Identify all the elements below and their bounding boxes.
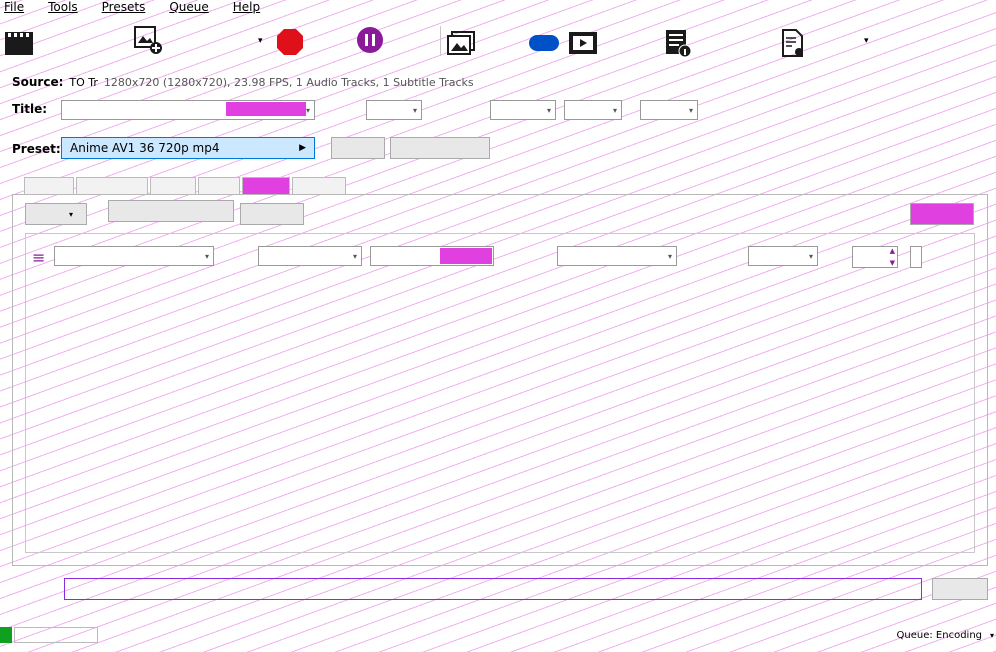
chevron-down-icon: ▾ <box>667 251 672 261</box>
angle-select[interactable]: ▾ <box>366 100 422 120</box>
toggle-button[interactable] <box>528 34 560 52</box>
title-highlight <box>226 102 306 116</box>
tab-bar <box>24 177 346 195</box>
clapperboard-icon <box>5 32 33 55</box>
add-to-queue-button[interactable] <box>132 24 164 56</box>
preset-value: Anime AV1 36 720p mp4 <box>70 141 220 155</box>
tracks-dropdown-button[interactable]: ▾ <box>25 203 87 225</box>
source-track-select[interactable]: ▾ <box>54 246 214 266</box>
preferences-button[interactable] <box>780 28 806 58</box>
chevron-down-icon: ▾ <box>352 251 357 261</box>
toolbar-separator <box>440 26 441 56</box>
video-preview-button[interactable] <box>568 30 598 56</box>
chevron-down-icon: ▾ <box>68 209 73 219</box>
reload-preset-button[interactable] <box>331 137 385 159</box>
settings-doc-icon <box>782 29 803 57</box>
menu-presets[interactable]: Presets <box>102 0 146 18</box>
pause-icon <box>357 27 383 53</box>
chevron-up-icon[interactable]: ▲ <box>890 247 895 255</box>
menu-help[interactable]: Help <box>233 0 260 18</box>
menu-tools[interactable]: Tools <box>48 0 78 18</box>
source-name: TO Tr <box>69 75 98 89</box>
preset-selector[interactable]: Anime AV1 36 720p mp4 ▶ <box>61 137 315 159</box>
title-row: Title: <box>12 102 47 116</box>
menu-queue[interactable]: Queue <box>169 0 208 18</box>
stop-button[interactable] <box>276 28 304 56</box>
menu-bar: File Tools Presets Queue Help <box>0 0 996 18</box>
tab-video[interactable] <box>198 177 240 195</box>
tab-subtitles[interactable] <box>292 177 346 195</box>
chevron-down-icon: ▾ <box>412 105 417 115</box>
chevron-down-icon[interactable]: ▾ <box>864 36 869 46</box>
toggle-icon <box>529 35 559 51</box>
image-add-icon <box>134 26 162 54</box>
status-bar: Queue: Encoding ▾ <box>0 624 996 646</box>
images-icon <box>447 31 475 55</box>
tab-audio[interactable] <box>242 177 290 195</box>
progress-indicator <box>0 627 12 643</box>
chevron-down-icon[interactable]: ▾ <box>258 36 263 46</box>
queue-status-text: Queue: Encoding <box>896 629 982 641</box>
chevron-down-icon: ▾ <box>204 251 209 261</box>
tab-filters[interactable] <box>150 177 196 195</box>
activity-log-button[interactable] <box>664 28 692 58</box>
chevron-right-icon: ▶ <box>299 143 306 153</box>
destination-path-input[interactable] <box>64 578 922 600</box>
tab-dimensions[interactable] <box>76 177 148 195</box>
chevron-down-icon[interactable]: ▾ <box>990 631 994 640</box>
stop-icon <box>277 29 303 55</box>
chevron-down-icon: ▾ <box>546 105 551 115</box>
log-info-icon <box>666 30 692 58</box>
browse-button[interactable] <box>932 578 988 600</box>
pause-button[interactable] <box>356 26 384 54</box>
gain-stepper[interactable]: ▲ ▼ <box>852 246 898 268</box>
open-source-button[interactable] <box>4 30 34 56</box>
range-type-select[interactable]: ▾ <box>490 100 556 120</box>
drag-handle-icon[interactable]: ≡ <box>32 248 45 267</box>
range-start-select[interactable]: ▾ <box>564 100 622 120</box>
toolbar: ▾ ▾ <box>0 22 996 66</box>
samplerate-select[interactable]: ▾ <box>748 246 818 266</box>
chevron-down-icon[interactable]: ▼ <box>890 259 895 267</box>
selection-behavior-button[interactable] <box>910 203 974 225</box>
source-row: Source: TO Tr 1280x720 (1280x720), 23.98… <box>12 75 474 89</box>
title-label: Title: <box>12 102 48 116</box>
mixdown-select[interactable]: ▾ <box>557 246 677 266</box>
audio-track-list <box>25 233 975 553</box>
film-play-icon <box>569 32 597 54</box>
source-info: 1280x720 (1280x720), 23.98 FPS, 1 Audio … <box>103 75 474 89</box>
menu-file[interactable]: File <box>4 0 24 18</box>
track-options-button[interactable] <box>910 246 922 268</box>
tab-summary[interactable] <box>24 177 74 195</box>
preset-row: Preset: <box>12 142 61 156</box>
codec-select[interactable]: ▾ <box>258 246 362 266</box>
range-end-select[interactable]: ▾ <box>640 100 698 120</box>
chevron-down-icon: ▾ <box>612 105 617 115</box>
clear-tracks-button[interactable] <box>240 203 304 225</box>
source-label: Source: <box>12 75 64 89</box>
save-new-preset-button[interactable] <box>390 137 490 159</box>
add-track-button[interactable] <box>108 200 234 222</box>
list-item: ≡ ▾ ▾ ▾ ▾ ▾ ▲ ▼ <box>30 246 970 270</box>
preview-button[interactable] <box>446 30 476 56</box>
chevron-down-icon: ▾ <box>688 105 693 115</box>
preset-label: Preset: <box>12 142 61 156</box>
chevron-down-icon: ▾ <box>808 251 813 261</box>
bitrate-highlight <box>440 248 492 264</box>
chevron-down-icon: ▾ <box>305 105 310 115</box>
progress-bar <box>14 627 98 643</box>
